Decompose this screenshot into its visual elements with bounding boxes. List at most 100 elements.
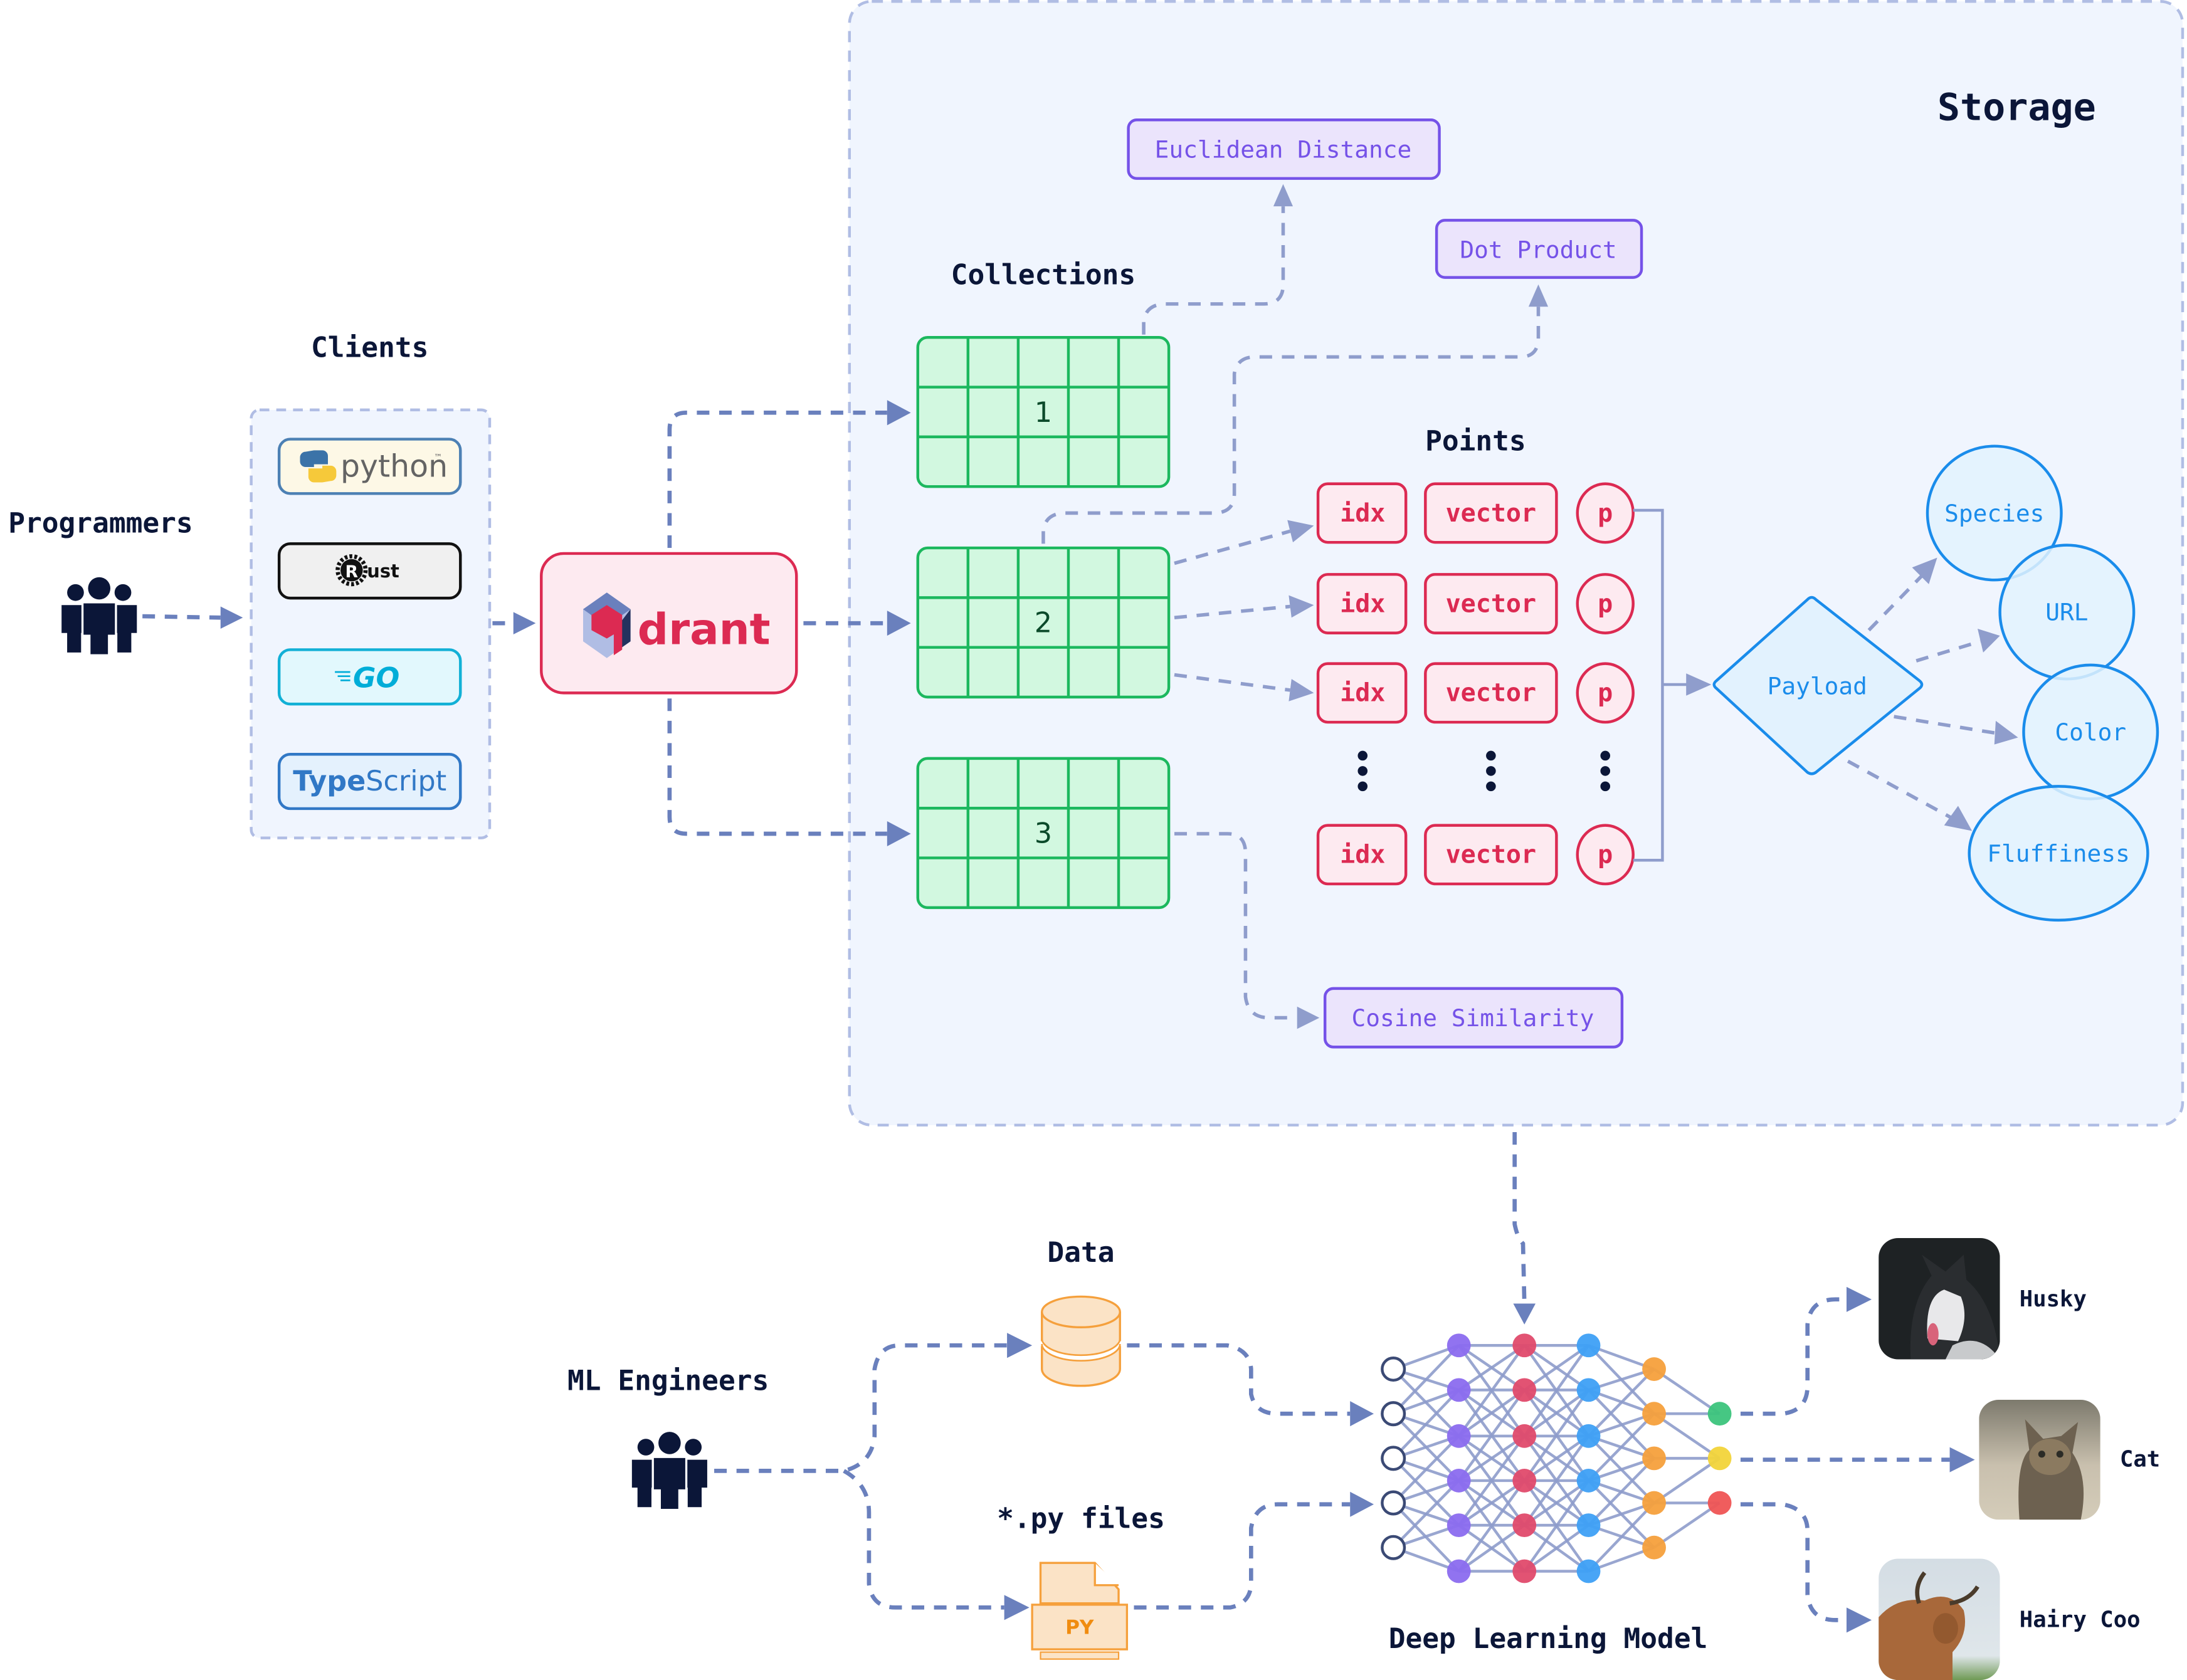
collections-title: Collections [951,260,1136,291]
point-vector: vector [1446,679,1537,708]
points-title: Points [1425,425,1526,457]
point-payload: p [1598,589,1613,618]
output-to-cow-edge [1740,1502,1847,1622]
point-idx: idx [1340,679,1385,708]
point-row[interactable]: idx vector p [1316,824,1635,886]
point-row[interactable]: idx vector p [1316,573,1635,634]
nn-link [1653,1501,1721,1549]
nn-node [1512,1333,1537,1358]
client-rust-button[interactable]: R ust [277,542,462,600]
typescript-label: TypeScript [293,765,446,797]
database-icon [1040,1295,1122,1387]
point-row[interactable]: idx vector p [1316,662,1635,724]
euclidean-distance-box[interactable]: Euclidean Distance [1127,118,1441,180]
go-label: GO [353,662,399,694]
client-go-button[interactable]: GO [277,648,462,706]
prediction-label-husky: Husky [2020,1286,2087,1312]
nn-node [1512,1378,1537,1402]
cosine-similarity-box[interactable]: Cosine Similarity [1323,987,1624,1049]
nn-node [1381,1446,1406,1471]
nn-link [1653,1457,1721,1504]
payload-field-url[interactable]: URL [1998,543,2136,681]
nn-node [1512,1513,1537,1538]
point-payload: p [1598,499,1613,528]
arrowhead [1949,1447,1975,1473]
point-idx: idx [1340,589,1385,618]
client-typescript-button[interactable]: TypeScript [277,752,462,811]
collection-id: 2 [1035,607,1052,639]
nn-node [1381,1357,1406,1382]
nn-node [1707,1491,1732,1515]
highland-cow-image [1879,1558,2000,1680]
nn-node [1576,1333,1601,1358]
dot-product-box[interactable]: Dot Product [1435,219,1643,279]
nn-node [1642,1446,1666,1471]
arrowhead [1350,1401,1374,1427]
storage-title: Storage [1937,85,2096,129]
point-vector: vector [1446,841,1537,869]
nn-node [1576,1378,1601,1402]
collection-id: 1 [1035,397,1052,429]
ml-engineers-to-data-edge [714,1343,1008,1473]
arrowhead [1846,1607,1872,1633]
collection-id: 3 [1035,817,1052,849]
arrowhead [1846,1286,1872,1312]
payload-field-label: Fluffiness [1987,839,2130,867]
qdrant-node[interactable]: drant [540,552,798,695]
programmers-to-clients-edge [142,614,221,620]
nn-node [1642,1357,1666,1381]
nn-links [1392,1344,1721,1573]
payload-field-label: Color [2055,718,2126,746]
client-python-button[interactable]: python ™ [277,438,462,495]
qdrant-logo-text: drant [638,605,771,655]
nn-node [1642,1491,1666,1515]
collection-1[interactable]: 1 [916,336,1171,488]
point-vector: vector [1446,589,1537,618]
point-row[interactable]: idx vector p [1316,482,1635,544]
architecture-diagram: Storage Programmers Clients python ™ R u… [8,0,2184,1680]
nn-node [1707,1446,1732,1471]
point-payload: p [1598,679,1613,708]
nn-node [1576,1424,1601,1448]
point-idx: idx [1340,841,1385,869]
arrowhead [1007,1333,1033,1358]
nn-node [1381,1401,1406,1427]
data-title: Data [1047,1237,1114,1269]
payload-field-color[interactable]: Color [2022,663,2159,801]
nn-node [1381,1490,1406,1516]
model-title: Deep Learning Model [1389,1623,1708,1655]
collection-3[interactable]: 3 [916,757,1171,910]
py-badge: PY [1065,1617,1094,1639]
nn-node [1447,1378,1471,1402]
nn-node [1512,1469,1537,1493]
svg-text:Euclidean Distance: Euclidean Distance [1155,135,1412,163]
payload-field-fluffiness[interactable]: Fluffiness [1968,785,2149,922]
cat-image [1979,1399,2100,1520]
nn-node [1576,1559,1601,1583]
nn-node [1447,1424,1471,1448]
ml-engineers-to-pyfiles-edge [843,1469,1004,1610]
svg-text:Cosine Similarity: Cosine Similarity [1352,1004,1594,1032]
payload-field-label: Species [1944,500,2044,527]
nn-node [1447,1333,1471,1358]
nn-node [1512,1424,1537,1448]
clients-title: Clients [311,332,428,364]
python-label: python [340,449,448,485]
ml-engineers-group-icon [631,1432,707,1511]
husky-image [1879,1237,2000,1360]
python-file-icon: PY [1031,1562,1129,1660]
pyfiles-to-model-edge [1134,1502,1351,1610]
nn-node [1447,1559,1471,1583]
collection-2[interactable]: 2 [916,546,1171,699]
nn-node [1576,1513,1601,1538]
nn-link [1653,1368,1721,1415]
prediction-label-cat: Cat [2120,1447,2160,1473]
nn-node [1576,1469,1601,1493]
arrowhead [1513,1303,1536,1325]
rust-label: ust [367,560,399,582]
ml-engineers-title: ML Engineers [567,1365,769,1397]
nn-node [1707,1402,1732,1426]
svg-text:Dot Product: Dot Product [1460,236,1616,263]
programmers-group-icon [61,577,137,656]
point-idx: idx [1340,499,1385,528]
